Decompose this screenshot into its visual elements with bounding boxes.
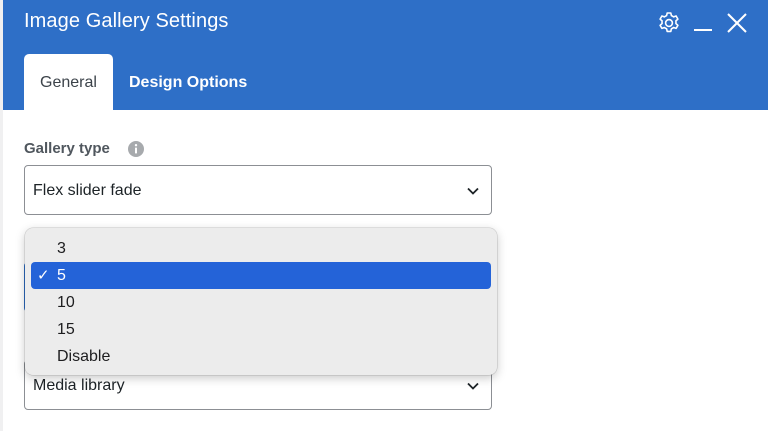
gear-icon[interactable]: [656, 10, 682, 36]
header-actions: [656, 10, 750, 36]
dropdown-option-3[interactable]: 3: [31, 235, 491, 262]
dropdown-option-5[interactable]: ✓ 5: [31, 262, 491, 289]
dropdown-option-disable[interactable]: Disable: [31, 343, 491, 370]
image-source-value: Media library: [33, 377, 125, 394]
tab-design-options[interactable]: Design Options: [129, 54, 247, 110]
checkmark-icon: ✓: [37, 267, 50, 284]
gallery-type-select[interactable]: Flex slider fade: [24, 165, 492, 215]
minimize-icon[interactable]: [690, 10, 716, 36]
chevron-down-icon: [467, 382, 479, 390]
close-icon[interactable]: [724, 10, 750, 36]
gallery-type-value: Flex slider fade: [33, 182, 142, 199]
dropdown-menu: 3 ✓ 5 10 15 Disable: [25, 228, 497, 375]
tab-general[interactable]: General: [24, 54, 113, 110]
chevron-down-icon: [467, 187, 479, 195]
panel-header: Image Gallery Settings General Design Op…: [3, 0, 768, 110]
settings-panel: Image Gallery Settings General Design Op…: [3, 0, 768, 431]
gallery-type-label: Gallery type: [24, 140, 110, 157]
info-icon[interactable]: [127, 140, 145, 158]
dropdown-option-10[interactable]: 10: [31, 289, 491, 316]
panel-title: Image Gallery Settings: [24, 10, 229, 32]
dropdown-option-15[interactable]: 15: [31, 316, 491, 343]
